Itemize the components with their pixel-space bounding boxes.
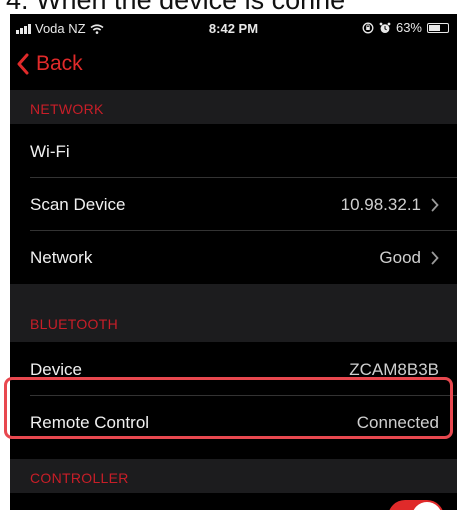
row-label: Scan Device xyxy=(30,195,126,214)
alarm-icon xyxy=(379,22,391,33)
row-scan-device[interactable]: Scan Device 10.98.32.1 xyxy=(10,179,457,231)
battery-fill xyxy=(429,24,441,31)
scan-device-value: 10.98.32.1 xyxy=(340,195,421,214)
orientation-lock-icon xyxy=(362,22,374,33)
remote-control-value: Connected xyxy=(356,413,439,432)
row-wifi[interactable]: Wi-Fi xyxy=(10,126,457,178)
back-label: Back xyxy=(36,52,83,75)
row-value: 10.98.32.1 xyxy=(341,195,439,215)
chevron-right-icon xyxy=(431,251,439,265)
row-divider xyxy=(30,177,457,178)
row-device[interactable]: Device ZCAM8B3B xyxy=(10,344,457,396)
status-bar: Voda NZ 8:42 PM 63% xyxy=(10,14,457,42)
controller-toggle[interactable] xyxy=(388,500,444,510)
row-divider xyxy=(30,230,457,231)
tutorial-caption: 4. When the device is conne xyxy=(0,0,457,14)
toggle-knob xyxy=(412,502,442,510)
chevron-left-icon xyxy=(17,53,29,75)
device-value: ZCAM8B3B xyxy=(349,360,439,379)
row-value: Good xyxy=(379,248,439,268)
chevron-right-icon xyxy=(431,198,439,212)
section-header-network: NETWORK xyxy=(10,90,457,124)
section-header-label: BLUETOOTH xyxy=(30,316,119,332)
row-label: Network xyxy=(30,248,93,267)
row-divider xyxy=(30,395,457,396)
network-value: Good xyxy=(379,248,421,267)
section-header-bluetooth: BLUETOOTH xyxy=(10,284,457,342)
battery-percent: 63% xyxy=(395,20,422,35)
caption-text: 4. When the device is conne xyxy=(6,0,345,14)
section-header-controller: CONTROLLER xyxy=(10,459,457,493)
row-network[interactable]: Network Good xyxy=(10,232,457,284)
row-label: Device xyxy=(30,360,82,379)
section-header-label: CONTROLLER xyxy=(30,470,129,486)
battery-icon xyxy=(427,22,449,33)
row-remote-control[interactable]: Remote Control Connected xyxy=(10,397,457,449)
phone-screen: Voda NZ 8:42 PM 63% Back NETWORK Wi-Fi S… xyxy=(10,14,457,510)
row-label: Wi-Fi xyxy=(30,142,70,161)
back-button[interactable]: Back xyxy=(16,52,83,76)
row-label: Remote Control xyxy=(30,413,150,432)
section-header-label: NETWORK xyxy=(30,101,104,117)
status-right: 63% xyxy=(362,20,449,35)
